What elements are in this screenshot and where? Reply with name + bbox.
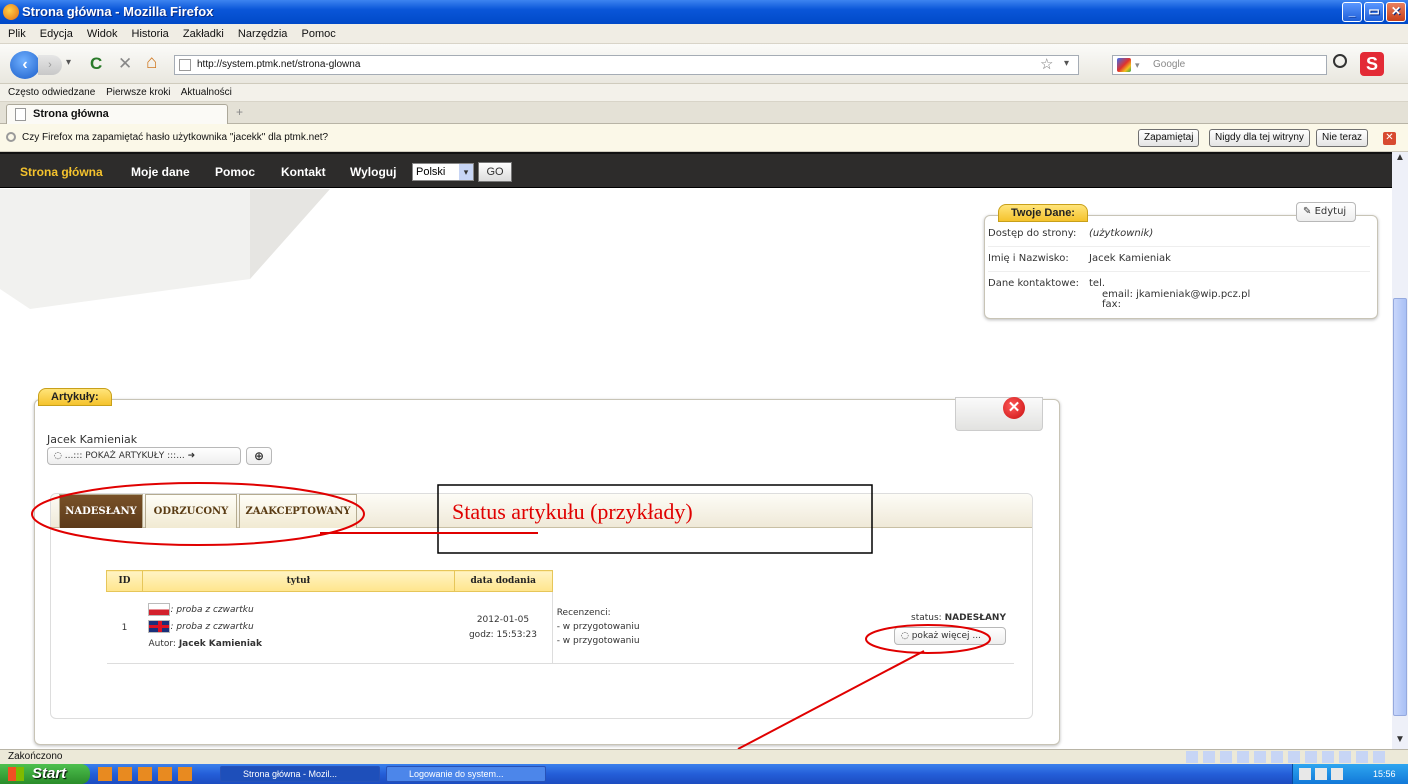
history-dropdown-icon[interactable]: ▾: [66, 57, 71, 68]
window-title-bar: Strona główna - Mozilla Firefox _ ▭ ✕: [0, 0, 1408, 24]
annotation-text: Status artykułu (przykłady): [452, 499, 693, 524]
chevron-down-icon: ▾: [459, 164, 473, 180]
bookmark-getting-started[interactable]: Pierwsze kroki: [106, 87, 170, 98]
search-placeholder: Google: [1153, 59, 1186, 70]
window-title: Strona główna - Mozilla Firefox: [22, 4, 214, 19]
scroll-thumb[interactable]: [1393, 298, 1407, 716]
scroll-down-icon[interactable]: ▼: [1395, 734, 1405, 745]
status-text: Zakończono: [8, 751, 63, 762]
task-label: Logowanie do system...: [409, 769, 504, 779]
system-tray: 15:56: [1292, 764, 1408, 784]
maximize-button[interactable]: ▭: [1364, 2, 1384, 22]
engine-dropdown-icon[interactable]: ▾: [1135, 56, 1140, 74]
go-button[interactable]: GO: [478, 162, 512, 182]
start-button[interactable]: Start: [0, 764, 90, 784]
nav-help[interactable]: Pomoc: [215, 154, 255, 190]
menu-history[interactable]: Historia: [132, 28, 169, 40]
menu-bookmarks[interactable]: Zakładki: [183, 28, 224, 40]
tab-label: Strona główna: [33, 108, 109, 120]
taskbar-firefox[interactable]: Strona główna - Mozil...: [220, 766, 380, 782]
page-icon: [179, 59, 191, 71]
tray-icons[interactable]: [1299, 768, 1343, 780]
key-icon: [6, 132, 16, 142]
bookmarks-bar: Często odwiedzane Pierwsze kroki Aktualn…: [0, 84, 1408, 102]
minimize-button[interactable]: _: [1342, 2, 1362, 22]
password-notification-bar: Czy Firefox ma zapamiętać hasło użytkown…: [0, 124, 1408, 152]
search-input[interactable]: ▾ Google: [1112, 55, 1327, 75]
tab-home[interactable]: Strona główna: [6, 104, 228, 124]
navigation-toolbar: ‹ › ▾ C ✕ ⌂ http://system.ptmk.net/stron…: [0, 44, 1408, 84]
url-bar[interactable]: http://system.ptmk.net/strona-glowna: [174, 55, 1079, 75]
not-now-button[interactable]: Nie teraz: [1316, 129, 1369, 147]
start-label: Start: [32, 765, 67, 782]
page-icon: [15, 108, 26, 121]
page-content: Dostęp do strony: (użytkownik) Imię i Na…: [0, 189, 1392, 749]
menu-edit[interactable]: Edycja: [40, 28, 73, 40]
annotation-arrow-line: [737, 650, 925, 749]
clock: 15:56: [1373, 769, 1396, 779]
quick-launch-icons[interactable]: [98, 767, 193, 781]
site-navigation: Strona główna Moje dane Pomoc Kontakt Wy…: [0, 152, 1392, 188]
menu-view[interactable]: Widok: [87, 28, 118, 40]
nav-home[interactable]: Strona główna: [20, 154, 103, 190]
bookmark-news[interactable]: Aktualności: [181, 87, 232, 98]
google-engine-icon[interactable]: [1117, 58, 1131, 72]
addon-icons[interactable]: [1186, 751, 1386, 763]
close-bar-icon[interactable]: ✕: [1383, 132, 1396, 145]
url-text: http://system.ptmk.net/strona-glowna: [197, 59, 361, 70]
language-select[interactable]: Polski ▾: [412, 163, 474, 181]
status-bar: Zakończono: [0, 749, 1408, 764]
annotation-ellipse-tabs: [31, 482, 365, 546]
back-button[interactable]: ‹: [10, 51, 40, 79]
menu-help[interactable]: Pomoc: [302, 28, 336, 40]
nav-my-data[interactable]: Moje dane: [131, 154, 190, 190]
stop-button[interactable]: ✕: [118, 54, 132, 74]
menu-file[interactable]: Plik: [8, 28, 26, 40]
nav-logout[interactable]: Wyloguj: [350, 154, 396, 190]
close-button[interactable]: ✕: [1386, 2, 1406, 22]
vertical-scrollbar[interactable]: ▲ ▼: [1392, 152, 1408, 749]
forward-button[interactable]: ›: [38, 55, 62, 75]
reload-button[interactable]: C: [90, 54, 102, 74]
bookmark-star-icon[interactable]: ☆: [1040, 55, 1053, 73]
taskbar-word[interactable]: Logowanie do system...: [386, 766, 546, 782]
tab-strip: Strona główna +: [0, 102, 1408, 124]
remember-button[interactable]: Zapamiętaj: [1138, 129, 1200, 147]
windows-logo-icon: [8, 767, 24, 781]
firefox-icon: [3, 4, 19, 20]
search-icon[interactable]: [1333, 54, 1347, 68]
scroll-up-icon[interactable]: ▲: [1395, 152, 1405, 163]
annotation-ellipse-more: [865, 624, 991, 654]
taskbar: Start Strona główna - Mozil... Logowanie…: [0, 764, 1408, 784]
never-button[interactable]: Nigdy dla tej witryny: [1209, 129, 1310, 147]
new-tab-button[interactable]: +: [236, 105, 243, 119]
menu-tools[interactable]: Narzędzia: [238, 28, 288, 40]
addon-s-icon[interactable]: S: [1360, 52, 1384, 76]
url-dropdown-icon[interactable]: ▾: [1064, 58, 1069, 69]
menu-bar: Plik Edycja Widok Historia Zakładki Narz…: [0, 24, 1408, 44]
password-message: Czy Firefox ma zapamiętać hasło użytkown…: [22, 132, 329, 143]
language-value: Polski: [416, 166, 446, 178]
nav-contact[interactable]: Kontakt: [281, 154, 326, 190]
home-button[interactable]: ⌂: [146, 52, 157, 74]
bookmark-most-visited[interactable]: Często odwiedzane: [8, 87, 95, 98]
annotation-overlay: [31, 482, 991, 749]
task-label: Strona główna - Mozil...: [243, 769, 338, 779]
